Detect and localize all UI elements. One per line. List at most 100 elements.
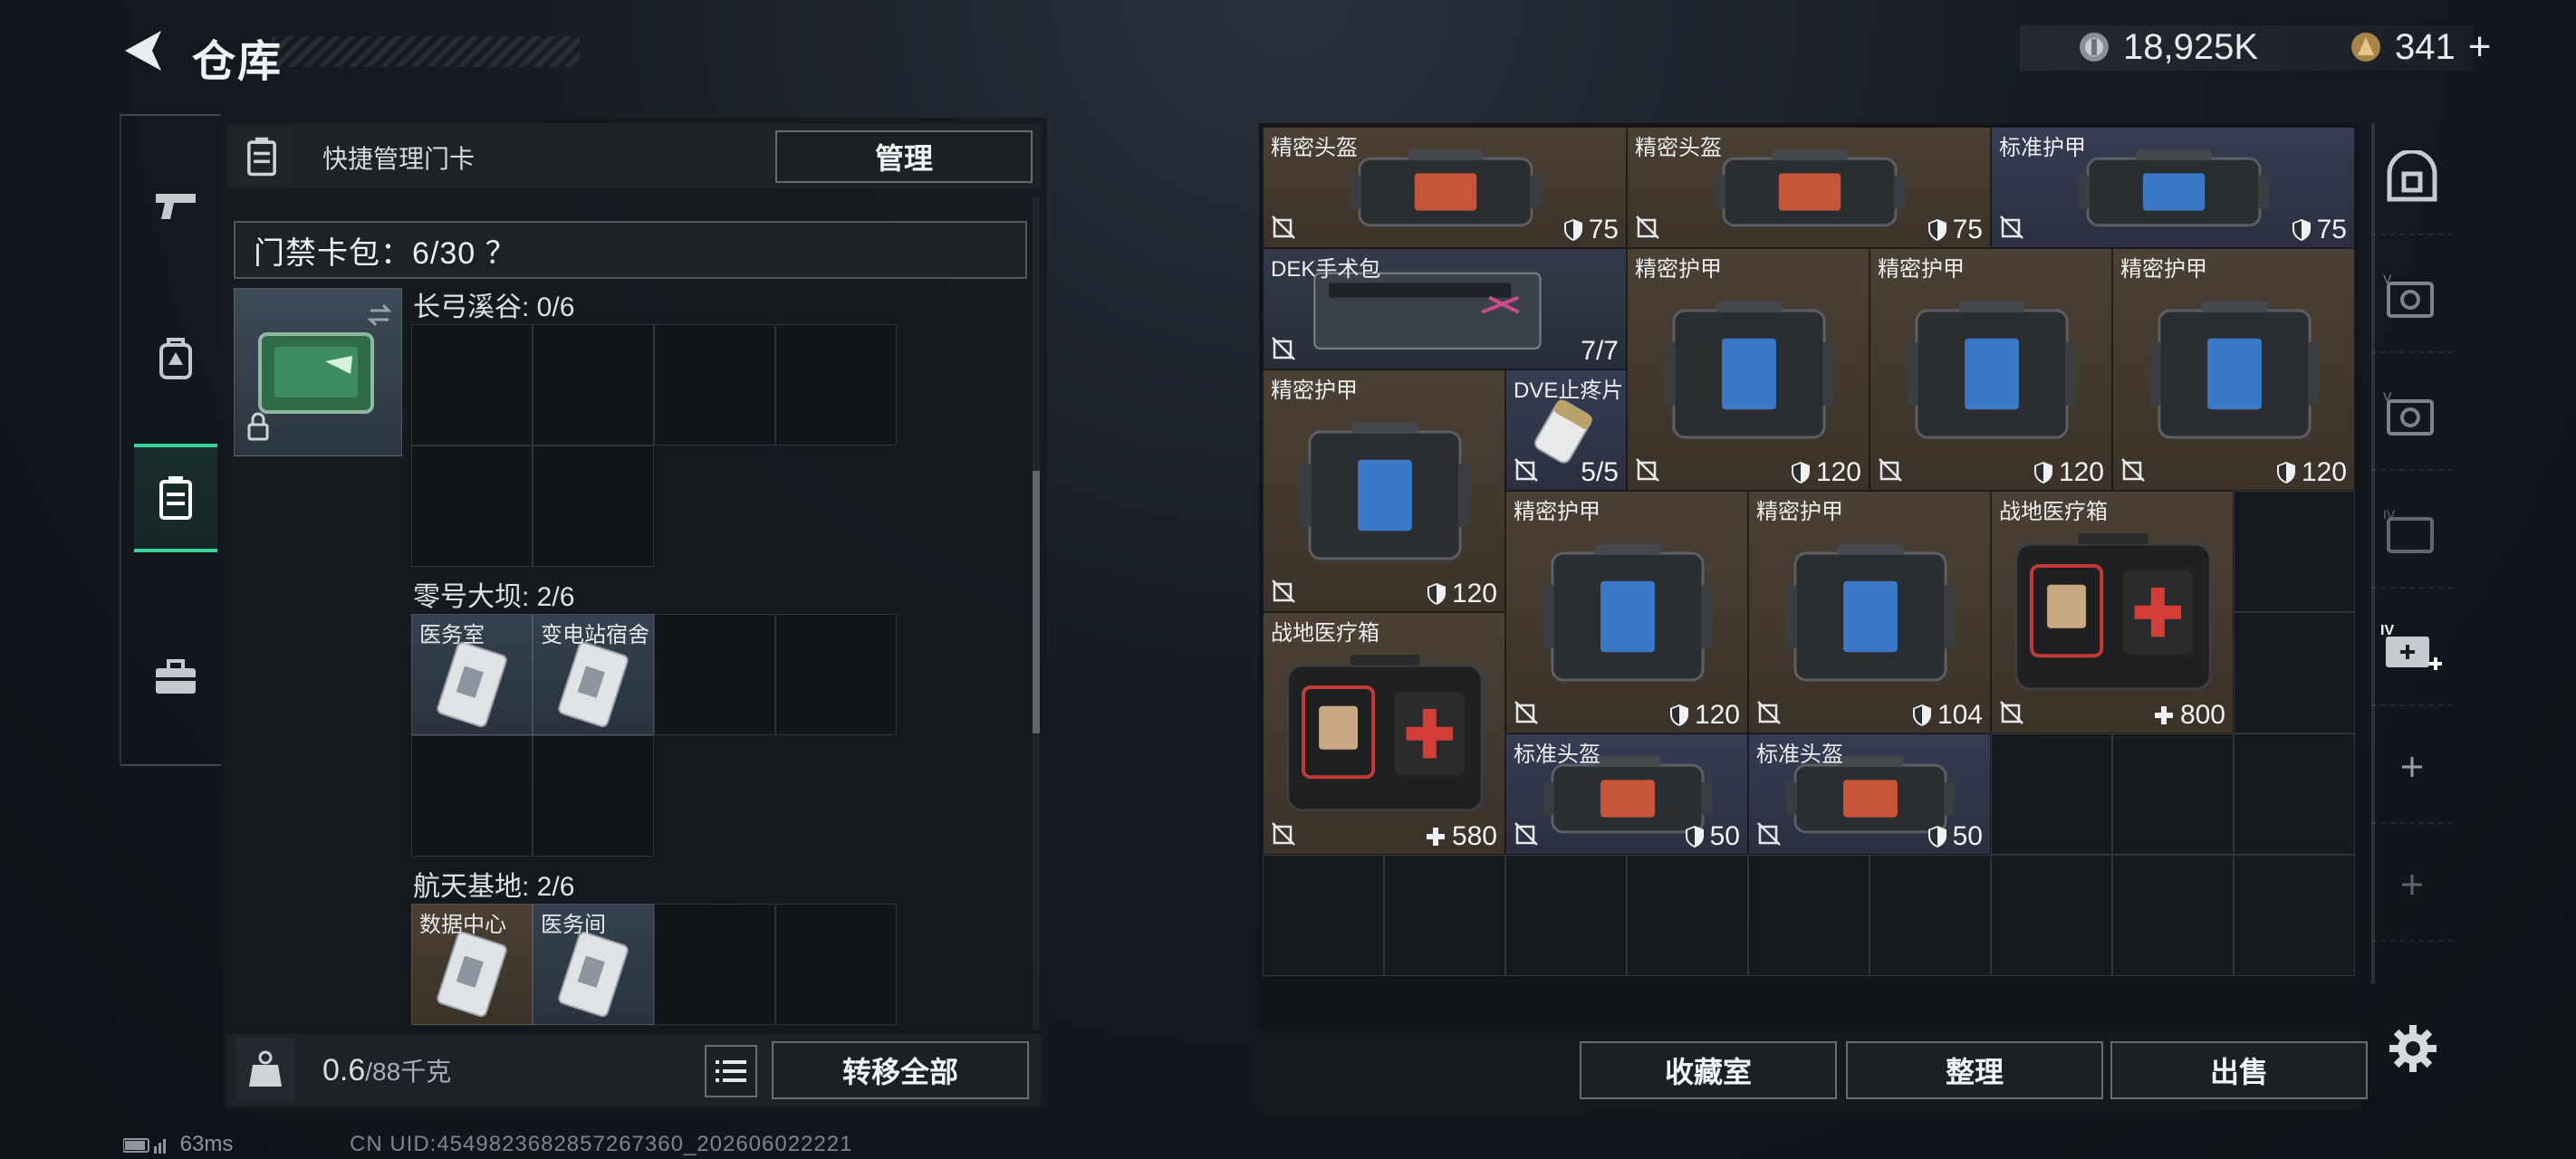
- inventory-item-medkit[interactable]: 战地医疗箱 580: [1263, 612, 1505, 855]
- inventory-item-helmet[interactable]: 标准头盔 50: [1748, 733, 1991, 855]
- inventory-item-helmet[interactable]: 标准头盔 50: [1505, 733, 1748, 855]
- keycard-name: 数据中心: [419, 913, 506, 937]
- inventory-item-pills[interactable]: DVE止疼片 5/5: [1505, 369, 1627, 491]
- weight-icon: [235, 1038, 295, 1101]
- nav-case-4[interactable]: IV: [2371, 594, 2453, 706]
- inventory-item-surgery[interactable]: DEK手术包 7/7: [1263, 248, 1627, 369]
- inventory-slot[interactable]: [1991, 733, 2112, 855]
- sell-button[interactable]: 出售: [2110, 1041, 2368, 1099]
- card-slot[interactable]: [654, 614, 775, 735]
- inventory-slot[interactable]: [2112, 733, 2234, 855]
- inventory-item-armor[interactable]: 标准护甲 75: [1991, 127, 2355, 248]
- card-slot[interactable]: [775, 324, 897, 445]
- container-nav: V V IV IV: [2371, 123, 2453, 1029]
- card-slot[interactable]: [533, 735, 654, 857]
- inventory-item-armor[interactable]: 精密护甲 120: [1627, 248, 1870, 491]
- inventory-slot[interactable]: [2234, 855, 2355, 976]
- card-slot[interactable]: [411, 735, 533, 857]
- keycard-slot[interactable]: 医务间: [533, 904, 654, 1025]
- nav-case-1[interactable]: V: [2371, 241, 2453, 353]
- inventory-slot[interactable]: [1384, 855, 1505, 976]
- keycard-slot[interactable]: 数据中心: [411, 904, 533, 1025]
- item-name: 精密护甲: [1635, 257, 1722, 282]
- inventory-slot[interactable]: [1748, 855, 1870, 976]
- no-drop-icon: [1636, 458, 1659, 482]
- nav-add-slot-2[interactable]: [2371, 829, 2453, 942]
- keycard-slot[interactable]: 医务室: [411, 614, 533, 735]
- item-value: 120: [2033, 457, 2104, 488]
- no-drop-icon: [1272, 580, 1295, 603]
- item-value: 7/7: [1581, 336, 1619, 367]
- inventory-item-armor[interactable]: 精密护甲 120: [1505, 491, 1748, 733]
- currency-silver-amount: 18,925K: [2123, 26, 2259, 67]
- inventory-slot[interactable]: [1263, 855, 1384, 976]
- no-drop-icon: [1636, 216, 1659, 239]
- nav-case-3[interactable]: IV: [2371, 476, 2453, 589]
- inventory-item-armor[interactable]: 精密护甲 104: [1748, 491, 1991, 733]
- nav-toolbox[interactable]: [134, 623, 217, 732]
- no-drop-icon: [1272, 216, 1295, 239]
- inventory-slot[interactable]: [2234, 612, 2355, 733]
- inventory-item-medkit[interactable]: 战地医疗箱 800: [1991, 491, 2234, 733]
- card-slot[interactable]: [411, 324, 533, 445]
- inventory-slot[interactable]: [2234, 733, 2355, 855]
- back-arrow-icon[interactable]: [118, 25, 165, 76]
- sort-button[interactable]: 整理: [1846, 1041, 2103, 1099]
- inventory-item-armor[interactable]: 精密护甲 120: [1870, 248, 2112, 491]
- no-drop-icon: [1514, 822, 1538, 846]
- inventory-slot[interactable]: [2234, 491, 2355, 612]
- card-slot[interactable]: [533, 324, 654, 445]
- page-title: 仓库: [192, 38, 284, 86]
- case-iv-plus-icon: IV: [2380, 623, 2442, 670]
- weight-max: /88千克: [365, 1058, 452, 1086]
- inventory-slot[interactable]: [1870, 855, 1991, 976]
- inventory-slot[interactable]: [1991, 855, 2112, 976]
- cardpack-capacity[interactable]: 门禁卡包：6/30 ？: [234, 221, 1027, 279]
- nav-keycard[interactable]: [134, 444, 217, 552]
- no-drop-icon: [1272, 822, 1295, 846]
- case-v2-icon: V: [2383, 389, 2434, 436]
- card-slot[interactable]: [775, 904, 897, 1025]
- inventory-item-helmet[interactable]: 精密头盔 75: [1627, 127, 1991, 248]
- card-slot[interactable]: [411, 445, 533, 567]
- no-drop-icon: [2000, 701, 2023, 724]
- nav-case-2[interactable]: V: [2371, 359, 2453, 471]
- case-iv-icon: IV: [2383, 507, 2434, 553]
- item-value: 50: [1927, 821, 1983, 852]
- inventory-slot[interactable]: [1627, 855, 1748, 976]
- nav-weapon[interactable]: [134, 150, 217, 259]
- inventory-item-helmet[interactable]: 精密头盔 75: [1263, 127, 1627, 248]
- keycard-slot[interactable]: 变电站宿舍: [533, 614, 654, 735]
- card-slot[interactable]: [775, 614, 897, 735]
- inventory-slot[interactable]: [2112, 855, 2234, 976]
- nav-add-slot[interactable]: [2371, 712, 2453, 824]
- keycard-scroll-thumb[interactable]: [1033, 471, 1040, 733]
- item-value-text: 120: [1451, 579, 1497, 608]
- inventory-item-armor[interactable]: 精密护甲 120: [1263, 369, 1505, 612]
- inventory-slot[interactable]: [1505, 855, 1627, 976]
- coin-silver-icon: [2080, 33, 2109, 62]
- item-name: 精密护甲: [1514, 500, 1600, 524]
- manage-button[interactable]: 管理: [775, 130, 1033, 183]
- list-view-button[interactable]: [705, 1045, 757, 1097]
- safe-icon: [2387, 150, 2437, 202]
- card-slot[interactable]: [654, 324, 775, 445]
- armor-icon: [1785, 544, 1956, 682]
- no-drop-icon: [2121, 458, 2145, 482]
- inventory-item-armor[interactable]: 精密护甲 120: [2112, 248, 2355, 491]
- list-icon: [716, 1060, 746, 1082]
- transfer-all-button[interactable]: 转移全部: [772, 1041, 1029, 1099]
- nav-safe[interactable]: [2371, 123, 2453, 235]
- weight-display: 0.6/88千克: [322, 1052, 451, 1088]
- card-slot[interactable]: [654, 904, 775, 1025]
- armor-icon: [1664, 302, 1834, 439]
- durability-shield-icon: [1791, 462, 1810, 484]
- keycard-pack-item[interactable]: [234, 288, 402, 456]
- collection-room-button[interactable]: 收藏室: [1580, 1041, 1837, 1099]
- card-slot[interactable]: [533, 445, 654, 567]
- add-currency-button[interactable]: +: [2468, 24, 2492, 70]
- settings-gear-icon[interactable]: [2388, 1023, 2438, 1074]
- item-value-text: 104: [1937, 700, 1983, 730]
- nav-backpack[interactable]: [134, 304, 217, 413]
- currency-gold[interactable]: 341 +: [2350, 24, 2491, 71]
